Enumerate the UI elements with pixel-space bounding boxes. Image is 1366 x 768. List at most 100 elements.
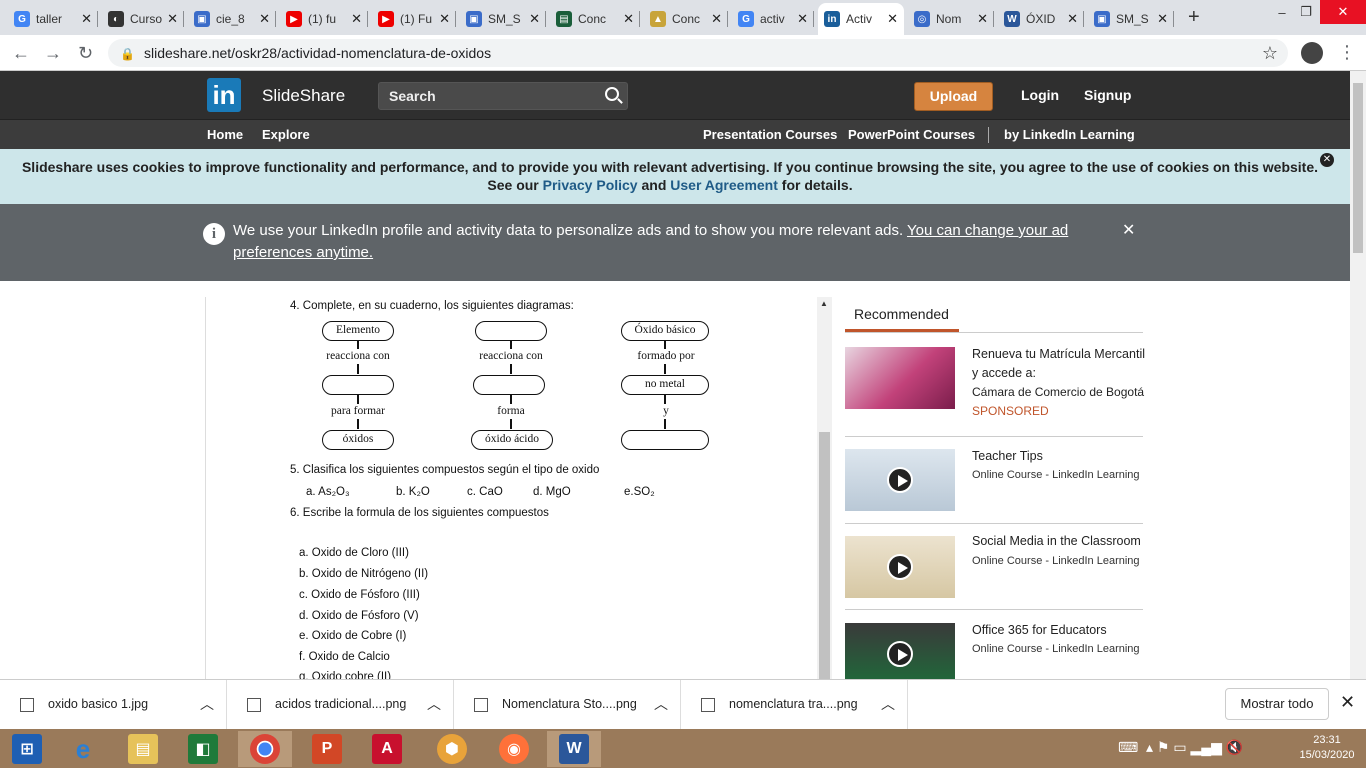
linkedin-logo-icon[interactable]: in	[207, 78, 241, 112]
tab-close-icon[interactable]: ✕	[439, 11, 450, 27]
diagram2-connector	[510, 364, 512, 374]
system-tray-icons[interactable]: ⌨ ▴ ⚑ ▭ ▂▄▆ 🔇	[1118, 739, 1243, 756]
browser-tab[interactable]: ▲ Conc ✕	[644, 3, 728, 35]
minimize-icon[interactable]: –	[1270, 0, 1294, 24]
search-input[interactable]: Search	[378, 82, 628, 110]
vpn-shield-icon[interactable]: ⬢	[425, 731, 479, 767]
recommended-thumbnail[interactable]	[845, 623, 955, 679]
recommended-thumbnail[interactable]	[845, 347, 955, 409]
ad-notice-close-icon[interactable]: ✕	[1122, 220, 1135, 242]
slide-scrollbar[interactable]: ▲	[817, 297, 832, 679]
recommended-title[interactable]: Office 365 for Educators	[972, 621, 1147, 640]
page-scroll-thumb[interactable]	[1353, 83, 1363, 253]
chevron-up-icon[interactable]: ︿	[427, 694, 441, 714]
reload-icon[interactable]: ↻	[78, 43, 93, 64]
browser-tab[interactable]: ◎ Nom ✕	[908, 3, 994, 35]
browser-tab[interactable]: in Activ ✕	[818, 3, 904, 35]
windows-start-icon[interactable]: ⊞	[0, 731, 54, 767]
word-icon[interactable]: W	[547, 731, 601, 767]
browser-menu-icon[interactable]: ⋮	[1338, 42, 1356, 63]
slideshare-logo-text[interactable]: SlideShare	[262, 86, 345, 106]
chevron-up-icon[interactable]: ︿	[654, 694, 668, 714]
firefox-icon[interactable]: ◉	[487, 731, 541, 767]
slide-scroll-thumb[interactable]	[819, 432, 830, 679]
tab-close-icon[interactable]: ✕	[167, 11, 178, 27]
search-icon[interactable]	[605, 87, 619, 101]
browser-tab[interactable]: Gtaller ✕	[8, 3, 98, 35]
cookie-close-icon[interactable]: ✕	[1320, 153, 1334, 167]
restore-icon[interactable]: ❐	[1294, 0, 1318, 24]
tab-close-icon[interactable]: ✕	[977, 11, 988, 27]
upload-button[interactable]: Upload	[914, 82, 993, 111]
nav-explore[interactable]: Explore	[262, 127, 310, 142]
play-icon[interactable]	[887, 641, 913, 667]
browser-tab[interactable]: ▶ (1) fu ✕	[280, 3, 368, 35]
profile-avatar[interactable]	[1301, 42, 1323, 64]
forward-icon[interactable]: →	[44, 43, 62, 64]
bookmark-star-icon[interactable]: ☆	[1262, 39, 1278, 67]
download-item[interactable]: oxido basico 1.jpg ︿	[0, 680, 227, 730]
download-filename[interactable]: Nomenclatura Sto....png	[502, 697, 637, 711]
file-explorer-icon[interactable]: ▤	[116, 731, 170, 767]
cookie-tail: for details.	[781, 177, 853, 193]
chrome-icon[interactable]	[238, 731, 292, 767]
browser-tab[interactable]: ▣ cie_8 ✕	[188, 3, 276, 35]
recommended-thumbnail[interactable]	[845, 536, 955, 598]
browser-tab[interactable]: ▤ Conc ✕	[550, 3, 640, 35]
download-item[interactable]: Nomenclatura Sto....png ︿	[454, 680, 681, 730]
download-filename[interactable]: acidos tradicional....png	[275, 697, 406, 711]
tab-close-icon[interactable]: ✕	[1067, 11, 1078, 27]
nav-powerpoint-courses[interactable]: PowerPoint Courses	[848, 127, 975, 142]
page-scrollbar[interactable]	[1350, 71, 1366, 679]
play-icon[interactable]	[887, 467, 913, 493]
browser-tab[interactable]: Gactiv ✕	[732, 3, 814, 35]
tab-close-icon[interactable]: ✕	[623, 11, 634, 27]
tab-close-icon[interactable]: ✕	[797, 11, 808, 27]
store-icon[interactable]: ◧	[176, 731, 230, 767]
browser-tab[interactable]: W ÓXID ✕	[998, 3, 1084, 35]
tab-close-icon[interactable]: ✕	[1157, 11, 1168, 27]
download-item[interactable]: acidos tradicional....png ︿	[227, 680, 454, 730]
recommended-title[interactable]: Renueva tu Matrícula Mercantil y accede …	[972, 345, 1147, 383]
user-agreement-link[interactable]: User Agreement	[670, 177, 778, 193]
scroll-up-icon[interactable]: ▲	[820, 299, 828, 308]
tab-close-icon[interactable]: ✕	[887, 11, 898, 27]
download-item[interactable]: nomenclatura tra....png ︿	[681, 680, 908, 730]
browser-tab[interactable]: ▶ (1) Fu ✕	[372, 3, 456, 35]
tab-label: activ	[760, 12, 785, 26]
cookie-banner: Slideshare uses cookies to improve funct…	[0, 149, 1350, 204]
powerpoint-icon[interactable]: P	[300, 731, 354, 767]
download-filename[interactable]: nomenclatura tra....png	[729, 697, 858, 711]
tab-close-icon[interactable]: ✕	[259, 11, 270, 27]
internet-explorer-icon[interactable]: e	[56, 731, 110, 767]
login-link[interactable]: Login	[1021, 87, 1059, 103]
new-tab-button[interactable]: +	[1188, 6, 1200, 29]
browser-tab[interactable]: ▣ SM_S ✕	[460, 3, 546, 35]
chevron-up-icon[interactable]: ︿	[881, 694, 895, 714]
nav-home[interactable]: Home	[207, 127, 243, 142]
downloads-close-icon[interactable]: ✕	[1340, 692, 1355, 713]
privacy-policy-link[interactable]: Privacy Policy	[543, 177, 638, 193]
tab-close-icon[interactable]: ✕	[529, 11, 540, 27]
tab-close-icon[interactable]: ✕	[711, 11, 722, 27]
url-field[interactable]: 🔒 slideshare.net/oskr28/actividad-nomenc…	[108, 39, 1288, 67]
play-icon[interactable]	[887, 554, 913, 580]
browser-tab[interactable]: ◐ Curso ✕	[102, 3, 184, 35]
chevron-up-icon[interactable]: ︿	[200, 694, 214, 714]
show-all-downloads-button[interactable]: Mostrar todo	[1225, 688, 1329, 720]
signup-link[interactable]: Signup	[1084, 87, 1131, 103]
recommended-title[interactable]: Teacher Tips	[972, 447, 1147, 466]
window-close-button[interactable]: ✕	[1320, 0, 1366, 24]
browser-tab[interactable]: ▣ SM_S ✕	[1088, 3, 1174, 35]
tab-close-icon[interactable]: ✕	[81, 11, 92, 27]
download-filename[interactable]: oxido basico 1.jpg	[48, 697, 148, 711]
back-icon[interactable]: ←	[12, 43, 30, 64]
diagram2-connector	[510, 341, 512, 349]
acrobat-icon[interactable]: A	[360, 731, 414, 767]
tab-close-icon[interactable]: ✕	[351, 11, 362, 27]
nav-presentation-courses[interactable]: Presentation Courses	[703, 127, 837, 142]
recommended-title[interactable]: Social Media in the Classroom	[972, 534, 1147, 549]
recommended-thumbnail[interactable]	[845, 449, 955, 511]
taskbar-clock[interactable]: 23:31 15/03/2020	[1297, 733, 1357, 763]
nav-linkedin-learning[interactable]: by LinkedIn Learning	[1004, 127, 1135, 142]
